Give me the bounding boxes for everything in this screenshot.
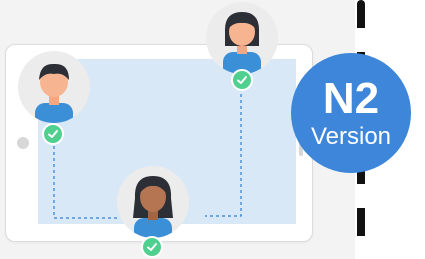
badge-title: N2 <box>322 74 380 123</box>
check-icon <box>42 123 64 145</box>
female-avatar-icon <box>206 2 278 74</box>
connector-right <box>205 88 242 217</box>
male-avatar-icon <box>18 51 90 123</box>
check-icon <box>141 236 163 258</box>
female-dark-avatar-icon <box>117 166 189 238</box>
badge-subtitle: Version <box>310 123 392 150</box>
version-badge: N2 Version <box>291 53 411 173</box>
check-icon <box>231 69 253 91</box>
connector-left <box>53 140 118 219</box>
